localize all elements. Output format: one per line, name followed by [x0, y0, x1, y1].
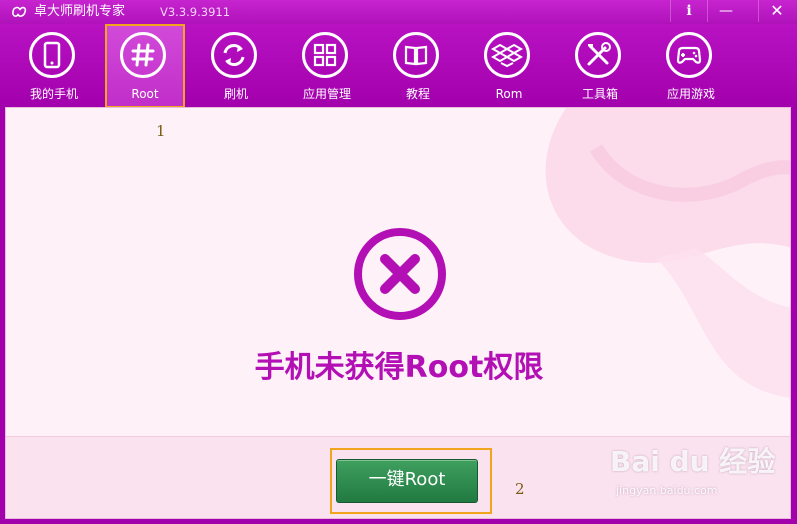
phone-icon	[29, 32, 75, 78]
tab-label: 工具箱	[581, 87, 618, 101]
one-click-root-button[interactable]: 一键Root	[336, 459, 478, 503]
main-toolbar: 我的手机 Root 刷机 应用管理 教程 Rom 工具箱 应用游戏	[0, 24, 797, 108]
root-status-message: 手机未获得Root权限	[254, 350, 544, 385]
book-icon	[393, 32, 439, 78]
annotation-2: 2	[515, 480, 525, 498]
tab-rom[interactable]: Rom	[471, 26, 547, 106]
info-button[interactable]: i	[670, 0, 707, 22]
minimize-button[interactable]: —	[707, 0, 744, 22]
tab-label: 应用游戏	[666, 87, 715, 101]
tab-toolbox[interactable]: 工具箱	[562, 26, 638, 106]
dropbox-icon	[484, 32, 530, 78]
tab-flash[interactable]: 刷机	[198, 26, 274, 106]
watermark-text: Bai du 经验	[610, 445, 776, 478]
title-bar: 卓大师刷机专家 V3.3.9.3911 i — ✕	[0, 0, 797, 24]
baidu-watermark: Bai du 经验 jingyan.baidu.com	[610, 440, 775, 506]
app-version: V3.3.9.3911	[160, 5, 231, 19]
apps-grid-icon	[302, 32, 348, 78]
tab-label: Root	[131, 87, 159, 101]
tab-label: 刷机	[223, 87, 248, 101]
app-window: 卓大师刷机专家 V3.3.9.3911 i — ✕ 我的手机 Root 刷机 应…	[0, 0, 797, 524]
gamepad-icon	[666, 32, 712, 78]
tab-root[interactable]: Root	[105, 24, 185, 108]
tab-my-phone[interactable]: 我的手机	[16, 26, 92, 106]
refresh-icon	[211, 32, 257, 78]
tools-icon	[575, 32, 621, 78]
tab-app-games[interactable]: 应用游戏	[653, 26, 729, 106]
close-button[interactable]: ✕	[758, 0, 795, 22]
annotation-1: 1	[156, 122, 166, 140]
error-x-icon	[354, 228, 446, 320]
watermark-url: jingyan.baidu.com	[616, 484, 718, 497]
tab-label: 教程	[405, 87, 430, 101]
app-title: 卓大师刷机专家	[34, 4, 126, 19]
tab-label: Rom	[495, 87, 523, 101]
app-logo-icon	[12, 6, 27, 17]
tab-tutorial[interactable]: 教程	[380, 26, 456, 106]
tab-app-manage[interactable]: 应用管理	[289, 26, 365, 106]
tab-label: 我的手机	[29, 87, 78, 101]
hash-icon	[120, 32, 166, 78]
tab-label: 应用管理	[302, 87, 351, 101]
